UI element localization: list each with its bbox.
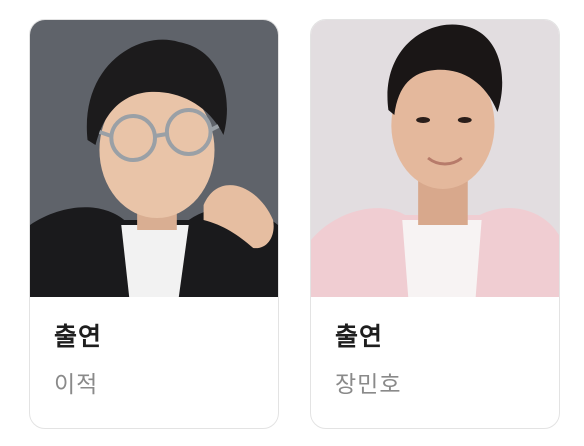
portrait-shirt — [402, 220, 482, 297]
portrait-image — [30, 20, 278, 297]
cast-card-2[interactable]: 출연 장민호 — [310, 19, 560, 429]
cast-info-2: 출연 장민호 — [335, 320, 547, 400]
cast-photo-1[interactable] — [30, 20, 278, 297]
portrait-eye-right — [457, 117, 472, 123]
cast-list: 출연 이적 출연 장민호 — [0, 0, 584, 446]
portrait-eye-left — [416, 117, 431, 123]
cast-role-label: 출연 — [54, 322, 103, 351]
portrait-shirt — [121, 225, 189, 297]
cast-photo-2[interactable] — [311, 20, 559, 297]
cast-name: 이적 — [54, 372, 99, 398]
cast-name: 장민호 — [335, 372, 402, 398]
cast-role-label: 출연 — [335, 322, 384, 351]
portrait-image — [311, 20, 559, 297]
cast-info-1: 출연 이적 — [54, 320, 266, 400]
cast-card-1[interactable]: 출연 이적 — [29, 19, 279, 429]
